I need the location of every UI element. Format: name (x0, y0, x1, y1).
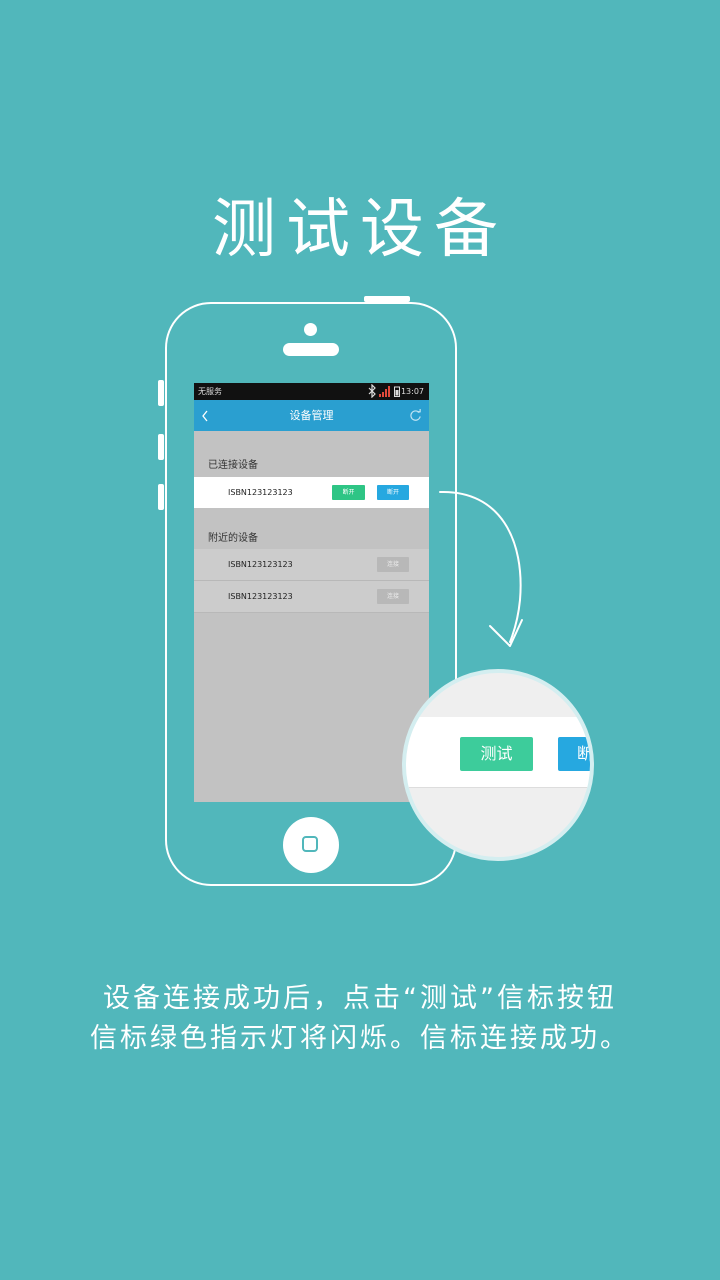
phone-camera (304, 323, 317, 336)
connect-button[interactable]: 连接 (377, 557, 409, 572)
phone-side-button (158, 434, 164, 460)
connected-device-row[interactable]: ISBN123123123 断开 断开 (194, 477, 429, 508)
status-time: 13:07 (400, 387, 424, 396)
device-name: ISBN123123123 (228, 488, 293, 497)
device-name: ISBN123123123 (228, 592, 293, 601)
nearby-device-row[interactable]: ISBN123123123 连接 (194, 581, 429, 613)
zoomed-device-row: 测试 断开 (406, 717, 590, 788)
magnifier-zoom: 测试 断开 (402, 669, 594, 861)
phone-speaker (283, 343, 339, 356)
disconnect-button[interactable]: 断开 (377, 485, 409, 500)
status-bar: 无服务 13:07 (194, 383, 429, 400)
test-button[interactable]: 断开 (332, 485, 365, 500)
home-square-icon (302, 836, 318, 852)
caption-line-2: 信标绿色指示灯将闪烁。信标连接成功。 (90, 1023, 630, 1054)
page-title: 测试设备 (212, 193, 508, 267)
nearby-device-row[interactable]: ISBN123123123 连接 (194, 549, 429, 581)
bluetooth-icon (368, 384, 376, 398)
connected-section-label: 已连接设备 (208, 460, 258, 471)
device-name: ISBN123123123 (228, 560, 293, 569)
nav-bar: 设备管理 (194, 400, 429, 431)
phone-screen: 无服务 13:07 设备管理 已连接设备 ISBN123123123 断开 断开 (194, 383, 429, 802)
phone-home-button (283, 817, 339, 873)
nav-title: 设备管理 (289, 409, 334, 422)
connect-button[interactable]: 连接 (377, 589, 409, 604)
nearby-section-label: 附近的设备 (208, 533, 258, 544)
caption-line-1: 设备连接成功后，点击“测试”信标按钮 (103, 983, 617, 1014)
refresh-icon[interactable] (409, 409, 422, 422)
curved-arrow-icon (439, 490, 523, 647)
signal-icon (379, 386, 390, 397)
zoomed-test-button[interactable]: 测试 (460, 737, 533, 771)
battery-icon (394, 386, 400, 397)
zoomed-disconnect-button[interactable]: 断开 (558, 737, 590, 771)
phone-side-button (158, 484, 164, 510)
carrier-text: 无服务 (198, 387, 222, 396)
phone-side-button (158, 380, 164, 406)
chevron-left-icon[interactable] (200, 409, 210, 423)
